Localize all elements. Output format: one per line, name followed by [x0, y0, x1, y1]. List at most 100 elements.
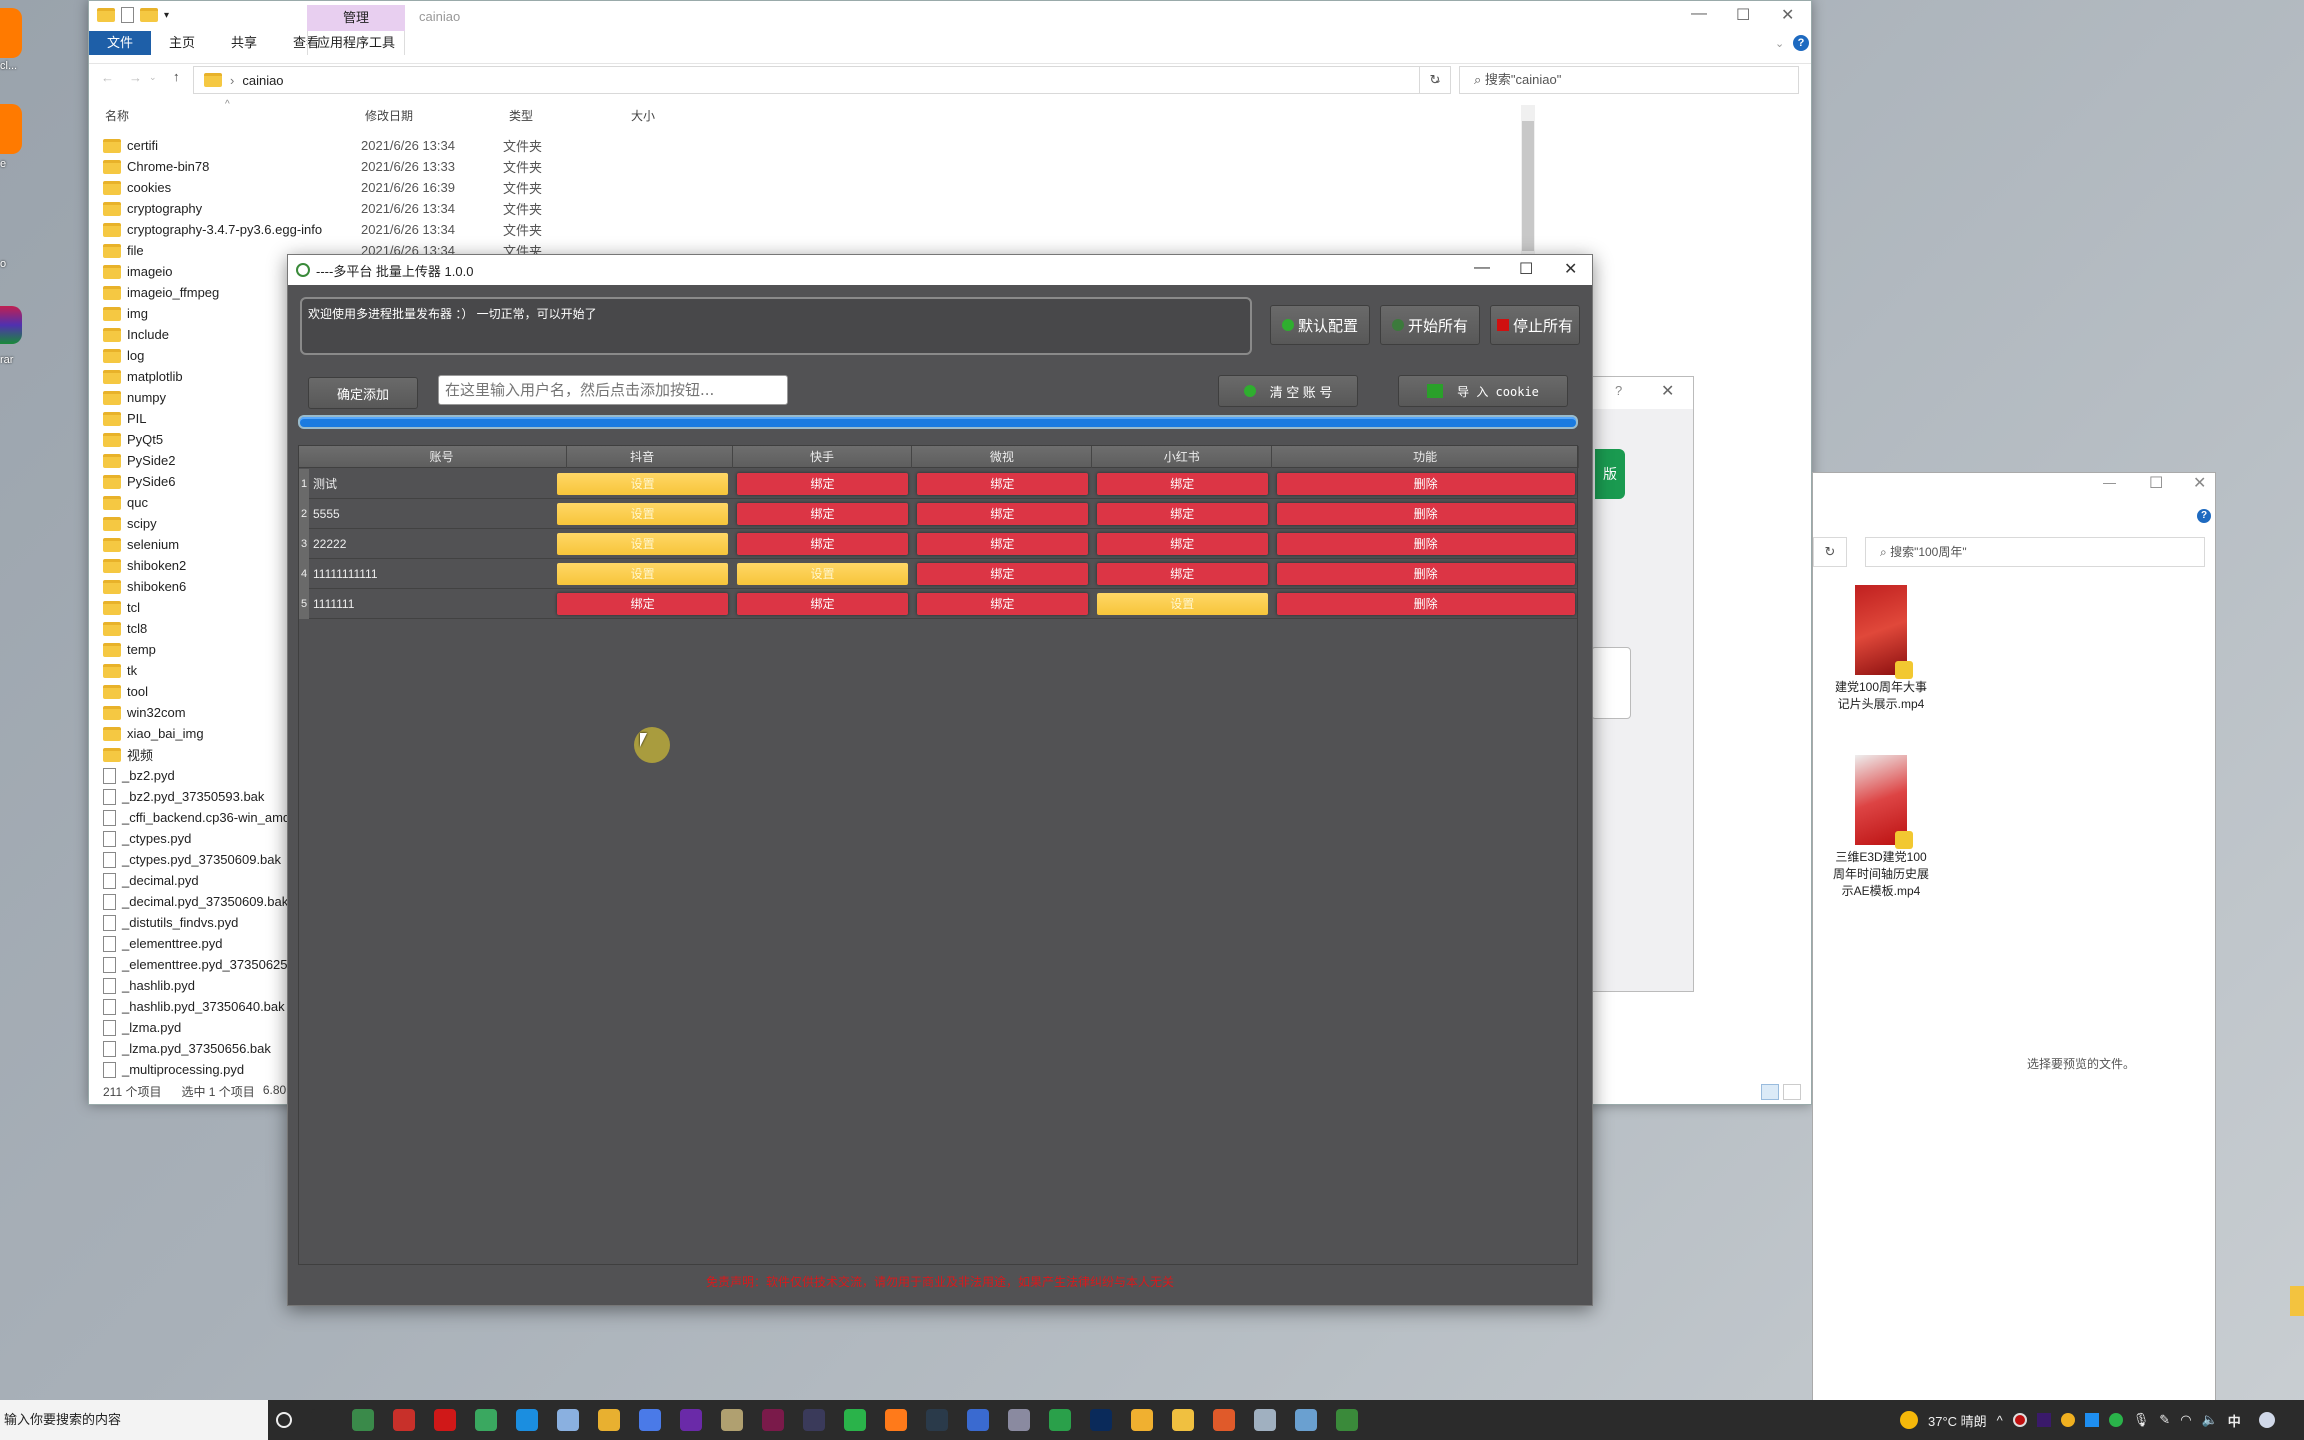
xiaohongshu-bind-button[interactable]: 绑定	[1096, 503, 1268, 525]
import-cookie-button[interactable]: 导 入 cookie	[1398, 375, 1568, 407]
video-label[interactable]: 建党100周年大事记片头展示.mp4	[1831, 679, 1931, 713]
column-header[interactable]: 快手	[733, 446, 913, 468]
recent-dropdown-icon[interactable]: ⌄	[149, 72, 157, 83]
maximize-icon[interactable]: ☐	[1519, 259, 1533, 279]
weishi-bind-button[interactable]: 绑定	[916, 533, 1088, 555]
help-icon[interactable]: ?	[2197, 509, 2211, 523]
details-view-icon[interactable]	[1761, 1084, 1779, 1100]
close-icon[interactable]: ✕	[1661, 381, 1674, 401]
app-blue-tray-icon[interactable]	[2084, 1413, 2099, 1427]
kuaishou-bind-button[interactable]: 绑定	[736, 593, 909, 615]
customize-dropdown-icon[interactable]: ▾	[164, 10, 169, 21]
cortana-icon[interactable]	[276, 1412, 292, 1428]
refresh-button[interactable]: ↻	[1419, 66, 1451, 94]
ub-icon[interactable]	[967, 1409, 989, 1431]
app-dark-icon[interactable]	[926, 1409, 948, 1431]
weather-text[interactable]: 37°C 晴朗	[1928, 1411, 1987, 1430]
file-row[interactable]: Chrome-bin78 2021/6/26 13:33 文件夹	[103, 156, 1103, 177]
panda-icon[interactable]	[475, 1409, 497, 1431]
ribbon-tab-share[interactable]: 共享	[213, 31, 275, 55]
ribbon-expand-icon[interactable]: ⌄	[1775, 37, 1784, 50]
default-config-button[interactable]: 默认配置	[1270, 305, 1370, 345]
wechat-icon[interactable]	[844, 1409, 866, 1431]
xiaohongshu-bind-button[interactable]: 绑定	[1096, 563, 1268, 585]
confirm-add-button[interactable]: 确定添加	[308, 377, 418, 409]
weishi-bind-button[interactable]: 绑定	[916, 593, 1088, 615]
ribbon-tab-app-tools[interactable]: 应用程序工具	[307, 31, 405, 55]
douyin-settings-button[interactable]: 设置	[557, 563, 729, 585]
desktop-folder-icon[interactable]	[2290, 1286, 2304, 1316]
minimize-icon[interactable]: —	[1474, 259, 1490, 277]
back-icon[interactable]: ←	[101, 70, 114, 85]
tray-expand-icon[interactable]: ^	[1997, 1413, 2003, 1428]
animate-icon[interactable]	[762, 1409, 784, 1431]
new-folder-icon[interactable]	[140, 8, 158, 22]
column-size[interactable]: 大小	[631, 107, 655, 124]
refresh-button[interactable]: ↻	[1813, 537, 1847, 567]
wifi-icon[interactable]: ◠	[2180, 1412, 2191, 1428]
record-icon[interactable]	[434, 1409, 456, 1431]
record-tray-icon[interactable]	[2012, 1413, 2027, 1427]
address-bar[interactable]: › cainiao ⌄	[193, 66, 1451, 94]
username-input[interactable]	[438, 375, 788, 405]
ribbon-tab-home[interactable]: 主页	[151, 31, 213, 55]
app-chart-icon[interactable]	[1254, 1409, 1276, 1431]
app-green-round-icon[interactable]	[1049, 1409, 1071, 1431]
vertical-scrollbar[interactable]	[1521, 105, 1535, 255]
scrollbar-thumb[interactable]	[1522, 121, 1534, 251]
uploader-app-icon[interactable]	[1336, 1409, 1358, 1431]
volume-icon[interactable]: 🔈	[2202, 1412, 2218, 1428]
delete-button[interactable]: 删除	[1276, 533, 1575, 555]
search-input[interactable]: ⌕ 搜索"100周年"	[1865, 537, 2205, 567]
taskbar-search[interactable]: 输入你要搜索的内容	[0, 1400, 268, 1440]
delete-button[interactable]: 删除	[1276, 563, 1575, 585]
douyin-settings-button[interactable]: 设置	[557, 503, 729, 525]
app-blue-icon[interactable]	[516, 1409, 538, 1431]
column-name[interactable]: 名称	[105, 107, 129, 124]
minimize-icon[interactable]: —	[2103, 475, 2116, 490]
column-header[interactable]: 功能	[1272, 446, 1579, 468]
media-player-icon[interactable]	[721, 1409, 743, 1431]
delete-button[interactable]: 删除	[1276, 503, 1575, 525]
dialog-input-box[interactable]	[1591, 647, 1631, 719]
after-effects-tray-icon[interactable]	[2036, 1413, 2051, 1427]
properties-icon[interactable]	[121, 7, 134, 23]
kuaishou-bind-button[interactable]: 绑定	[736, 503, 909, 525]
clear-accounts-button[interactable]: 清 空 账 号	[1218, 375, 1358, 407]
file-explorer-icon[interactable]	[1172, 1409, 1194, 1431]
desktop-icon-2[interactable]	[0, 104, 22, 154]
app-purple-icon[interactable]	[680, 1409, 702, 1431]
breadcrumb-cainiao[interactable]: cainiao	[242, 73, 283, 88]
send-icon[interactable]	[557, 1409, 579, 1431]
file-row[interactable]: certifi 2021/6/26 13:34 文件夹	[103, 135, 1103, 156]
desktop-icon-1[interactable]	[0, 8, 22, 58]
green-tab-button[interactable]: 版	[1595, 449, 1625, 499]
app-monitor-icon[interactable]	[352, 1409, 374, 1431]
douyin-settings-button[interactable]: 设置	[557, 533, 729, 555]
file-row[interactable]: cryptography-3.4.7-py3.6.egg-info 2021/6/…	[103, 219, 1103, 240]
iflytek-tray-icon[interactable]	[2258, 1412, 2275, 1428]
file-row[interactable]: cryptography 2021/6/26 13:34 文件夹	[103, 198, 1103, 219]
minimize-icon[interactable]: —	[1691, 5, 1707, 23]
wechat-tray-icon[interactable]	[2108, 1413, 2123, 1427]
column-header[interactable]: 账号	[317, 446, 568, 468]
maximize-icon[interactable]: ☐	[2149, 473, 2163, 493]
firefox-icon[interactable]	[885, 1409, 907, 1431]
search-input[interactable]: ⌕ 搜索"cainiao"	[1459, 66, 1799, 94]
kuaishou-settings-button[interactable]: 设置	[736, 563, 909, 585]
weishi-bind-button[interactable]: 绑定	[916, 503, 1088, 525]
douyin-settings-button[interactable]: 设置	[557, 473, 729, 495]
notepad-icon[interactable]	[1295, 1409, 1317, 1431]
help-icon[interactable]: ?	[1615, 383, 1622, 398]
xiaohongshu-settings-button[interactable]: 设置	[1096, 593, 1268, 615]
app-circle-icon[interactable]	[639, 1409, 661, 1431]
stop-all-button[interactable]: 停止所有	[1490, 305, 1580, 345]
up-icon[interactable]: ↑	[173, 69, 180, 84]
video-thumbnail[interactable]	[1855, 585, 1913, 679]
ribbon-tab-file[interactable]: 文件	[89, 31, 152, 55]
large-icons-view-icon[interactable]	[1783, 1084, 1801, 1100]
ribbon-tab-manage[interactable]: 管理	[307, 5, 405, 31]
close-icon[interactable]: ✕	[1781, 5, 1794, 25]
winrar-icon[interactable]	[0, 306, 22, 344]
forward-icon[interactable]: →	[129, 70, 142, 85]
